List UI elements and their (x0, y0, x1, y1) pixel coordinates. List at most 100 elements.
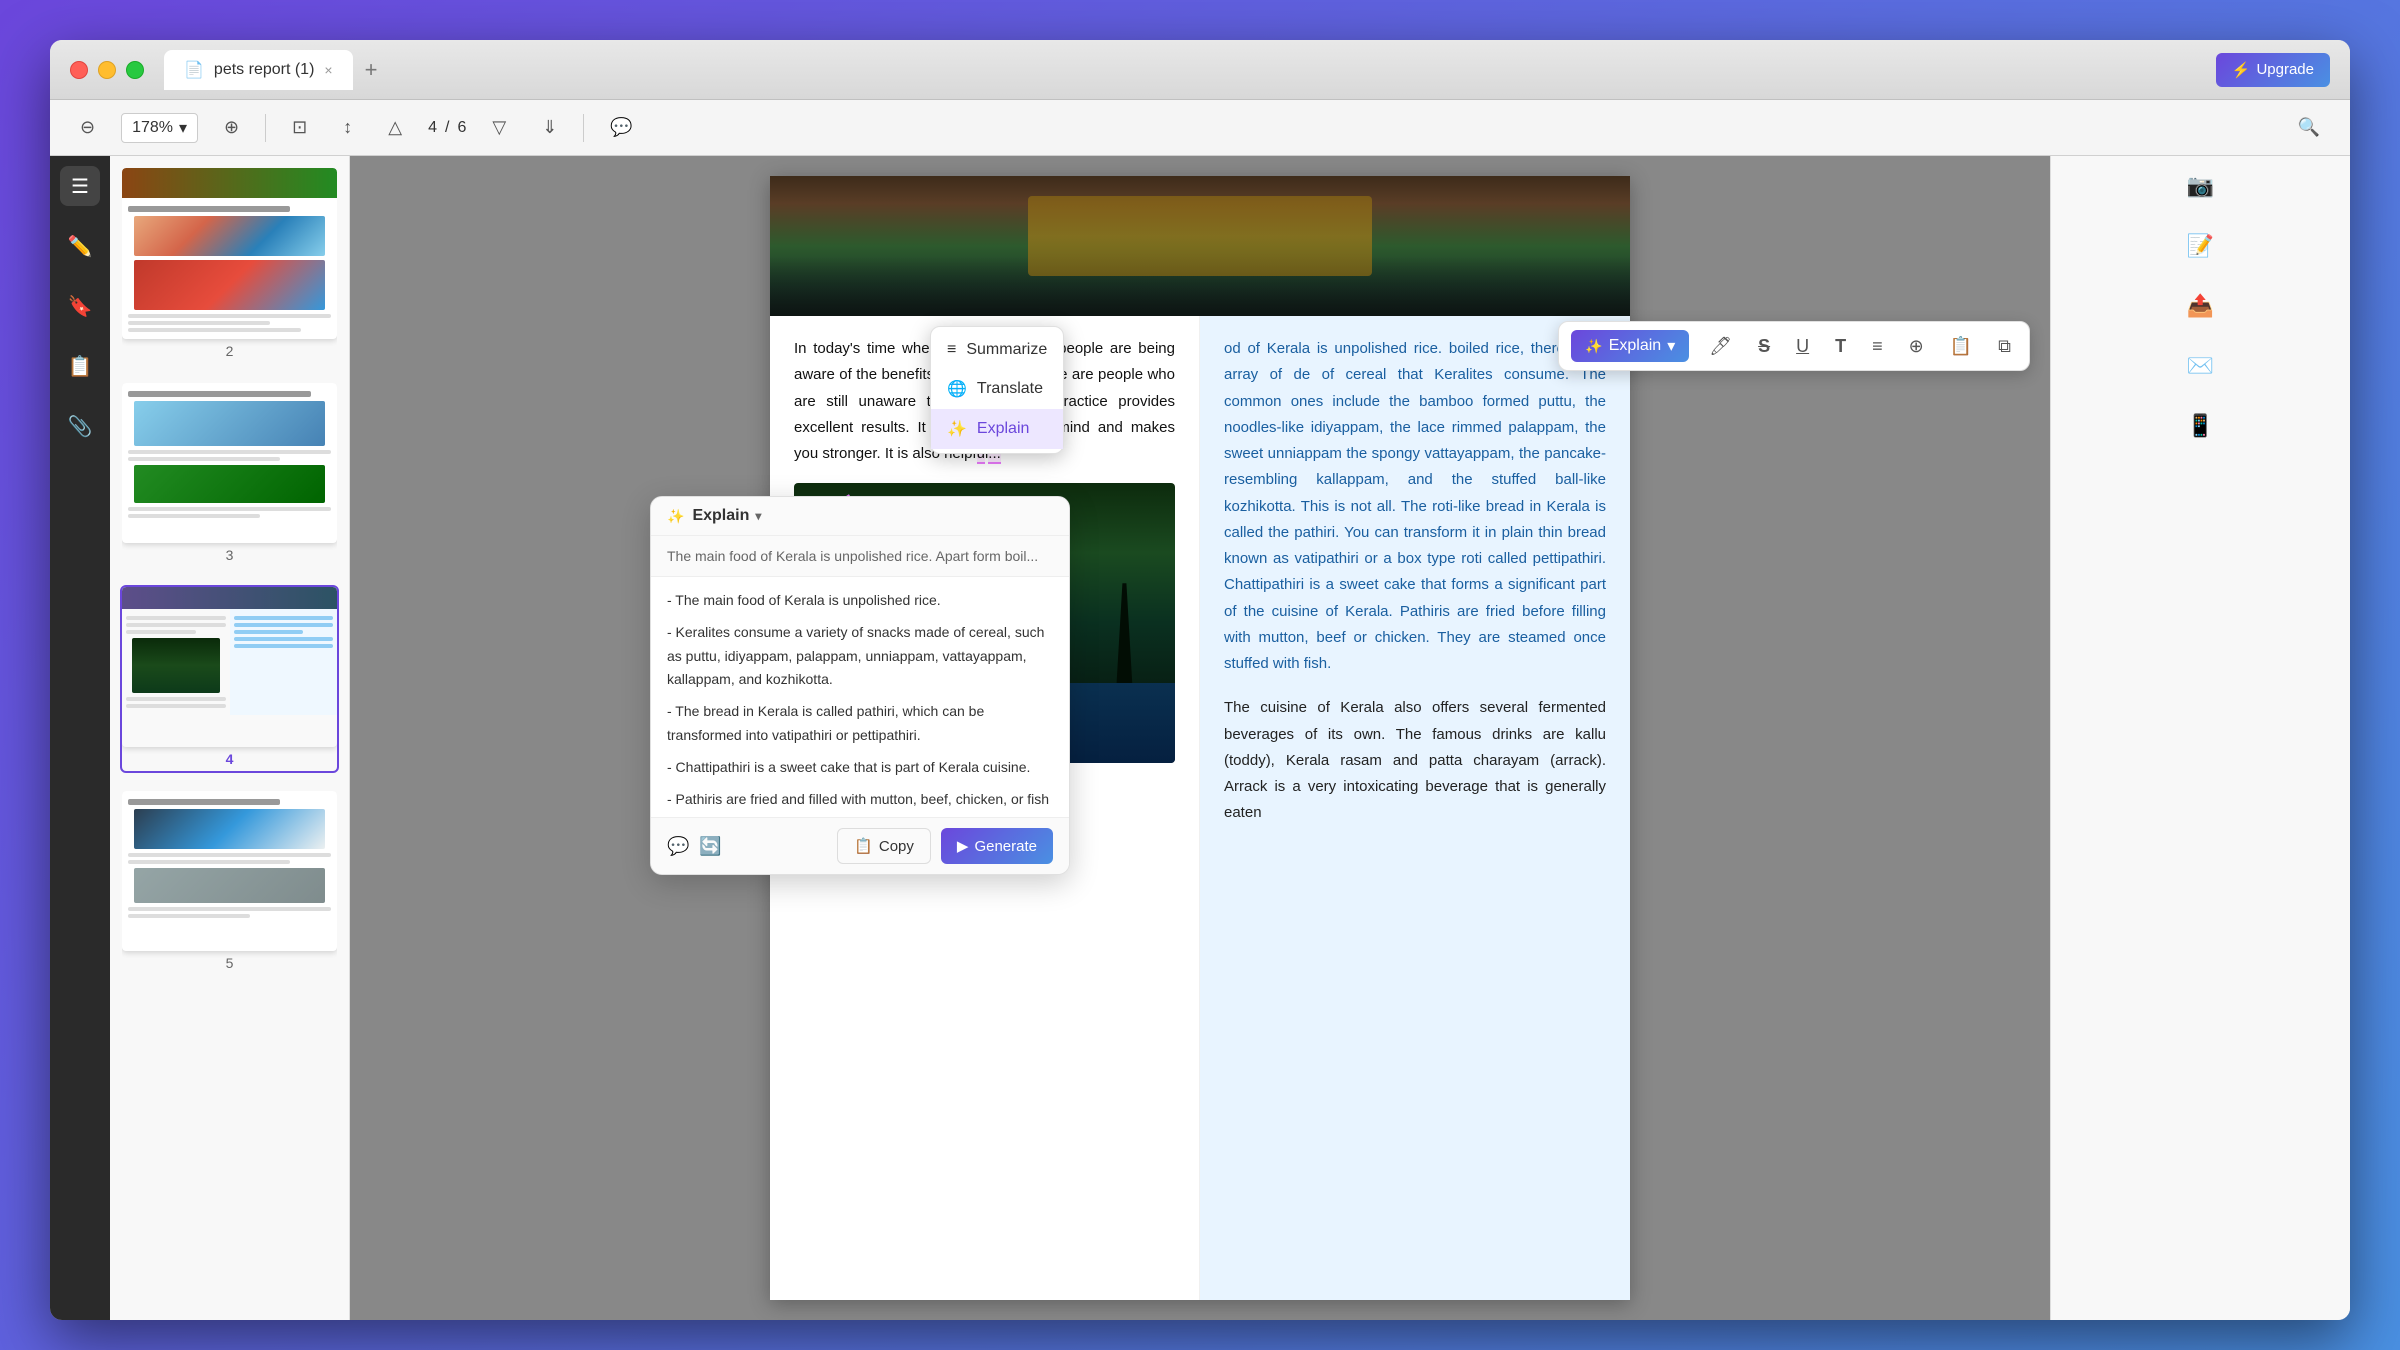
mail-icon: ✉️ (2187, 353, 2214, 379)
thumb-5-num: 5 (122, 951, 337, 975)
thumbnail-page-4[interactable]: 4 (120, 585, 339, 773)
pdf-right-highlighted-text: od of Kerala is unpolished rice. boiled … (1224, 336, 1606, 677)
thumb-4-left (122, 609, 230, 715)
explain-menu-item[interactable]: ✨ Explain (931, 409, 1063, 449)
fit-page-button[interactable]: ⊡ (282, 111, 317, 144)
zoom-in-button[interactable]: ⊕ (214, 111, 249, 144)
thumb-3-title-line (128, 391, 311, 397)
right-panel-mobile-icon[interactable]: 📱 (2181, 406, 2221, 446)
thumb-5-l2 (128, 860, 290, 864)
right-panel-share-icon[interactable]: 📤 (2181, 286, 2221, 326)
tab-bar: 📄 pets report (1) × + (164, 50, 385, 90)
summarize-label: Summarize (966, 341, 1047, 359)
zoom-chevron-icon: ▾ (179, 118, 187, 138)
generate-button[interactable]: ▶ Generate (941, 828, 1053, 864)
right-panel: 📷 📝 📤 ✉️ 📱 (2050, 156, 2350, 1320)
page-header-image (770, 176, 1630, 316)
right-panel-thumbnail-icon[interactable]: 📷 (2181, 166, 2221, 206)
active-tab[interactable]: 📄 pets report (1) × (164, 50, 353, 90)
fit-width-button[interactable]: ↕ (333, 111, 362, 144)
minimize-button[interactable] (98, 61, 116, 79)
copy-toolbar-button[interactable]: ⧉ (1992, 332, 2017, 361)
zoom-display[interactable]: 178% ▾ (121, 113, 198, 143)
explain-menu-items: ≡ Summarize 🌐 Translate ✨ Explain (931, 327, 1063, 453)
thumb-page-3-content (122, 383, 337, 543)
search-button[interactable]: 🔍 (2288, 111, 2330, 144)
right-panel-edit-icon[interactable]: 📝 (2181, 226, 2221, 266)
page-total: 6 (457, 119, 466, 137)
nav-up-button[interactable]: △ (378, 111, 412, 144)
copy-button[interactable]: 📋 Copy (837, 828, 931, 864)
thumb-4-l2 (126, 623, 226, 627)
sidebar-item-bookmarks[interactable]: 🔖 (60, 286, 100, 326)
sidebar-item-annotate[interactable]: ✏️ (60, 226, 100, 266)
thumb-3-line2 (128, 457, 280, 461)
page-info: 4 / 6 (428, 119, 466, 137)
thumb-5-title (128, 799, 280, 805)
copy-icon: 📋 (854, 837, 873, 855)
highlight-button[interactable]: 🖊 (1703, 332, 1738, 361)
last-page-button[interactable]: ⇓ (532, 111, 567, 144)
main-area: ☰ ✏️ 🔖 📋 📎 (50, 156, 2350, 1320)
bridge-visual (1028, 196, 1372, 276)
sidebar-item-clipboard[interactable]: 📋 (60, 346, 100, 386)
thumb-2-num: 2 (122, 339, 337, 363)
upgrade-button[interactable]: ⚡ Upgrade (2216, 53, 2330, 87)
thumb-5-l3 (128, 907, 331, 911)
explain-panel-chevron: ▾ (755, 509, 761, 523)
thumb-5-l1 (128, 853, 331, 857)
translate-icon: 🌐 (947, 379, 967, 399)
explain-result-3: - The bread in Kerala is called pathiri,… (667, 700, 1053, 748)
explain-panel-sparkle-icon: ✨ (667, 508, 684, 525)
summarize-menu-item[interactable]: ≡ Summarize (931, 331, 1063, 369)
thumb-4-header (122, 587, 337, 609)
thumbnail-page-5[interactable]: 5 (120, 789, 339, 977)
pdf-area: In today's time when more and more peopl… (350, 156, 2050, 1320)
explain-toolbar-button[interactable]: ✨ Explain ▾ (1571, 330, 1689, 362)
explain-panel-select[interactable]: Explain ▾ (692, 507, 1053, 525)
explain-footer-regenerate-icon[interactable]: 🔄 (699, 836, 721, 857)
translate-menu-item[interactable]: 🌐 Translate (931, 369, 1063, 409)
maximize-button[interactable] (126, 61, 144, 79)
generate-icon: ▶ (957, 837, 969, 855)
underline-button[interactable]: U (1790, 332, 1815, 361)
thumb-3-line1 (128, 450, 331, 454)
thumb-3-text (122, 383, 337, 525)
zoom-out-button[interactable]: ⊖ (70, 111, 105, 144)
fit-width-icon: ↕ (343, 117, 352, 138)
fit-page-icon: ⊡ (292, 117, 307, 138)
zoom-in-icon: ⊕ (224, 117, 239, 138)
thumb-5-text (122, 791, 337, 925)
annotate-icon: ✏️ (68, 234, 93, 259)
thumb-5-l4 (128, 914, 250, 918)
explain-panel: ✨ Explain ▾ The main food of Kerala is u… (650, 496, 1070, 875)
thumb-4-l3 (126, 630, 196, 634)
text-button[interactable]: T (1829, 332, 1852, 361)
add-button[interactable]: ⊕ (1903, 332, 1930, 361)
explain-toolbar-label: Explain (1609, 337, 1661, 355)
tab-close-button[interactable]: × (324, 62, 332, 78)
arrack-label: Arrack (1224, 778, 1267, 795)
bookmarks-icon: 🔖 (68, 294, 93, 319)
stamp-button[interactable]: 📋 (1944, 332, 1978, 361)
new-tab-button[interactable]: + (357, 57, 386, 83)
app-window: 📄 pets report (1) × + ⚡ Upgrade ⊖ 178% ▾… (50, 40, 2350, 1320)
thumb-2-line1 (128, 314, 331, 318)
nav-down-button[interactable]: ▽ (482, 111, 516, 144)
explain-footer-chat-icon[interactable]: 💬 (667, 836, 689, 857)
upgrade-icon: ⚡ (2232, 61, 2251, 79)
explain-panel-footer: 💬 🔄 📋 Copy ▶ Generate (651, 817, 1069, 874)
thumb-4-l5 (126, 704, 226, 708)
thumbnail-page-3[interactable]: 3 (120, 381, 339, 569)
comment-button[interactable]: 💬 (600, 111, 642, 144)
thumb-2-line3 (128, 328, 301, 332)
zoom-value: 178% (132, 119, 173, 137)
strikethrough-button[interactable]: S (1752, 332, 1776, 361)
thumbnail-page-2[interactable]: 2 (120, 166, 339, 365)
explain-preview-text: The main food of Kerala is unpolished ri… (651, 536, 1069, 577)
close-button[interactable] (70, 61, 88, 79)
list-button[interactable]: ≡ (1866, 332, 1889, 361)
sidebar-item-attachments[interactable]: 📎 (60, 406, 100, 446)
right-panel-mail-icon[interactable]: ✉️ (2181, 346, 2221, 386)
sidebar-item-pages[interactable]: ☰ (60, 166, 100, 206)
